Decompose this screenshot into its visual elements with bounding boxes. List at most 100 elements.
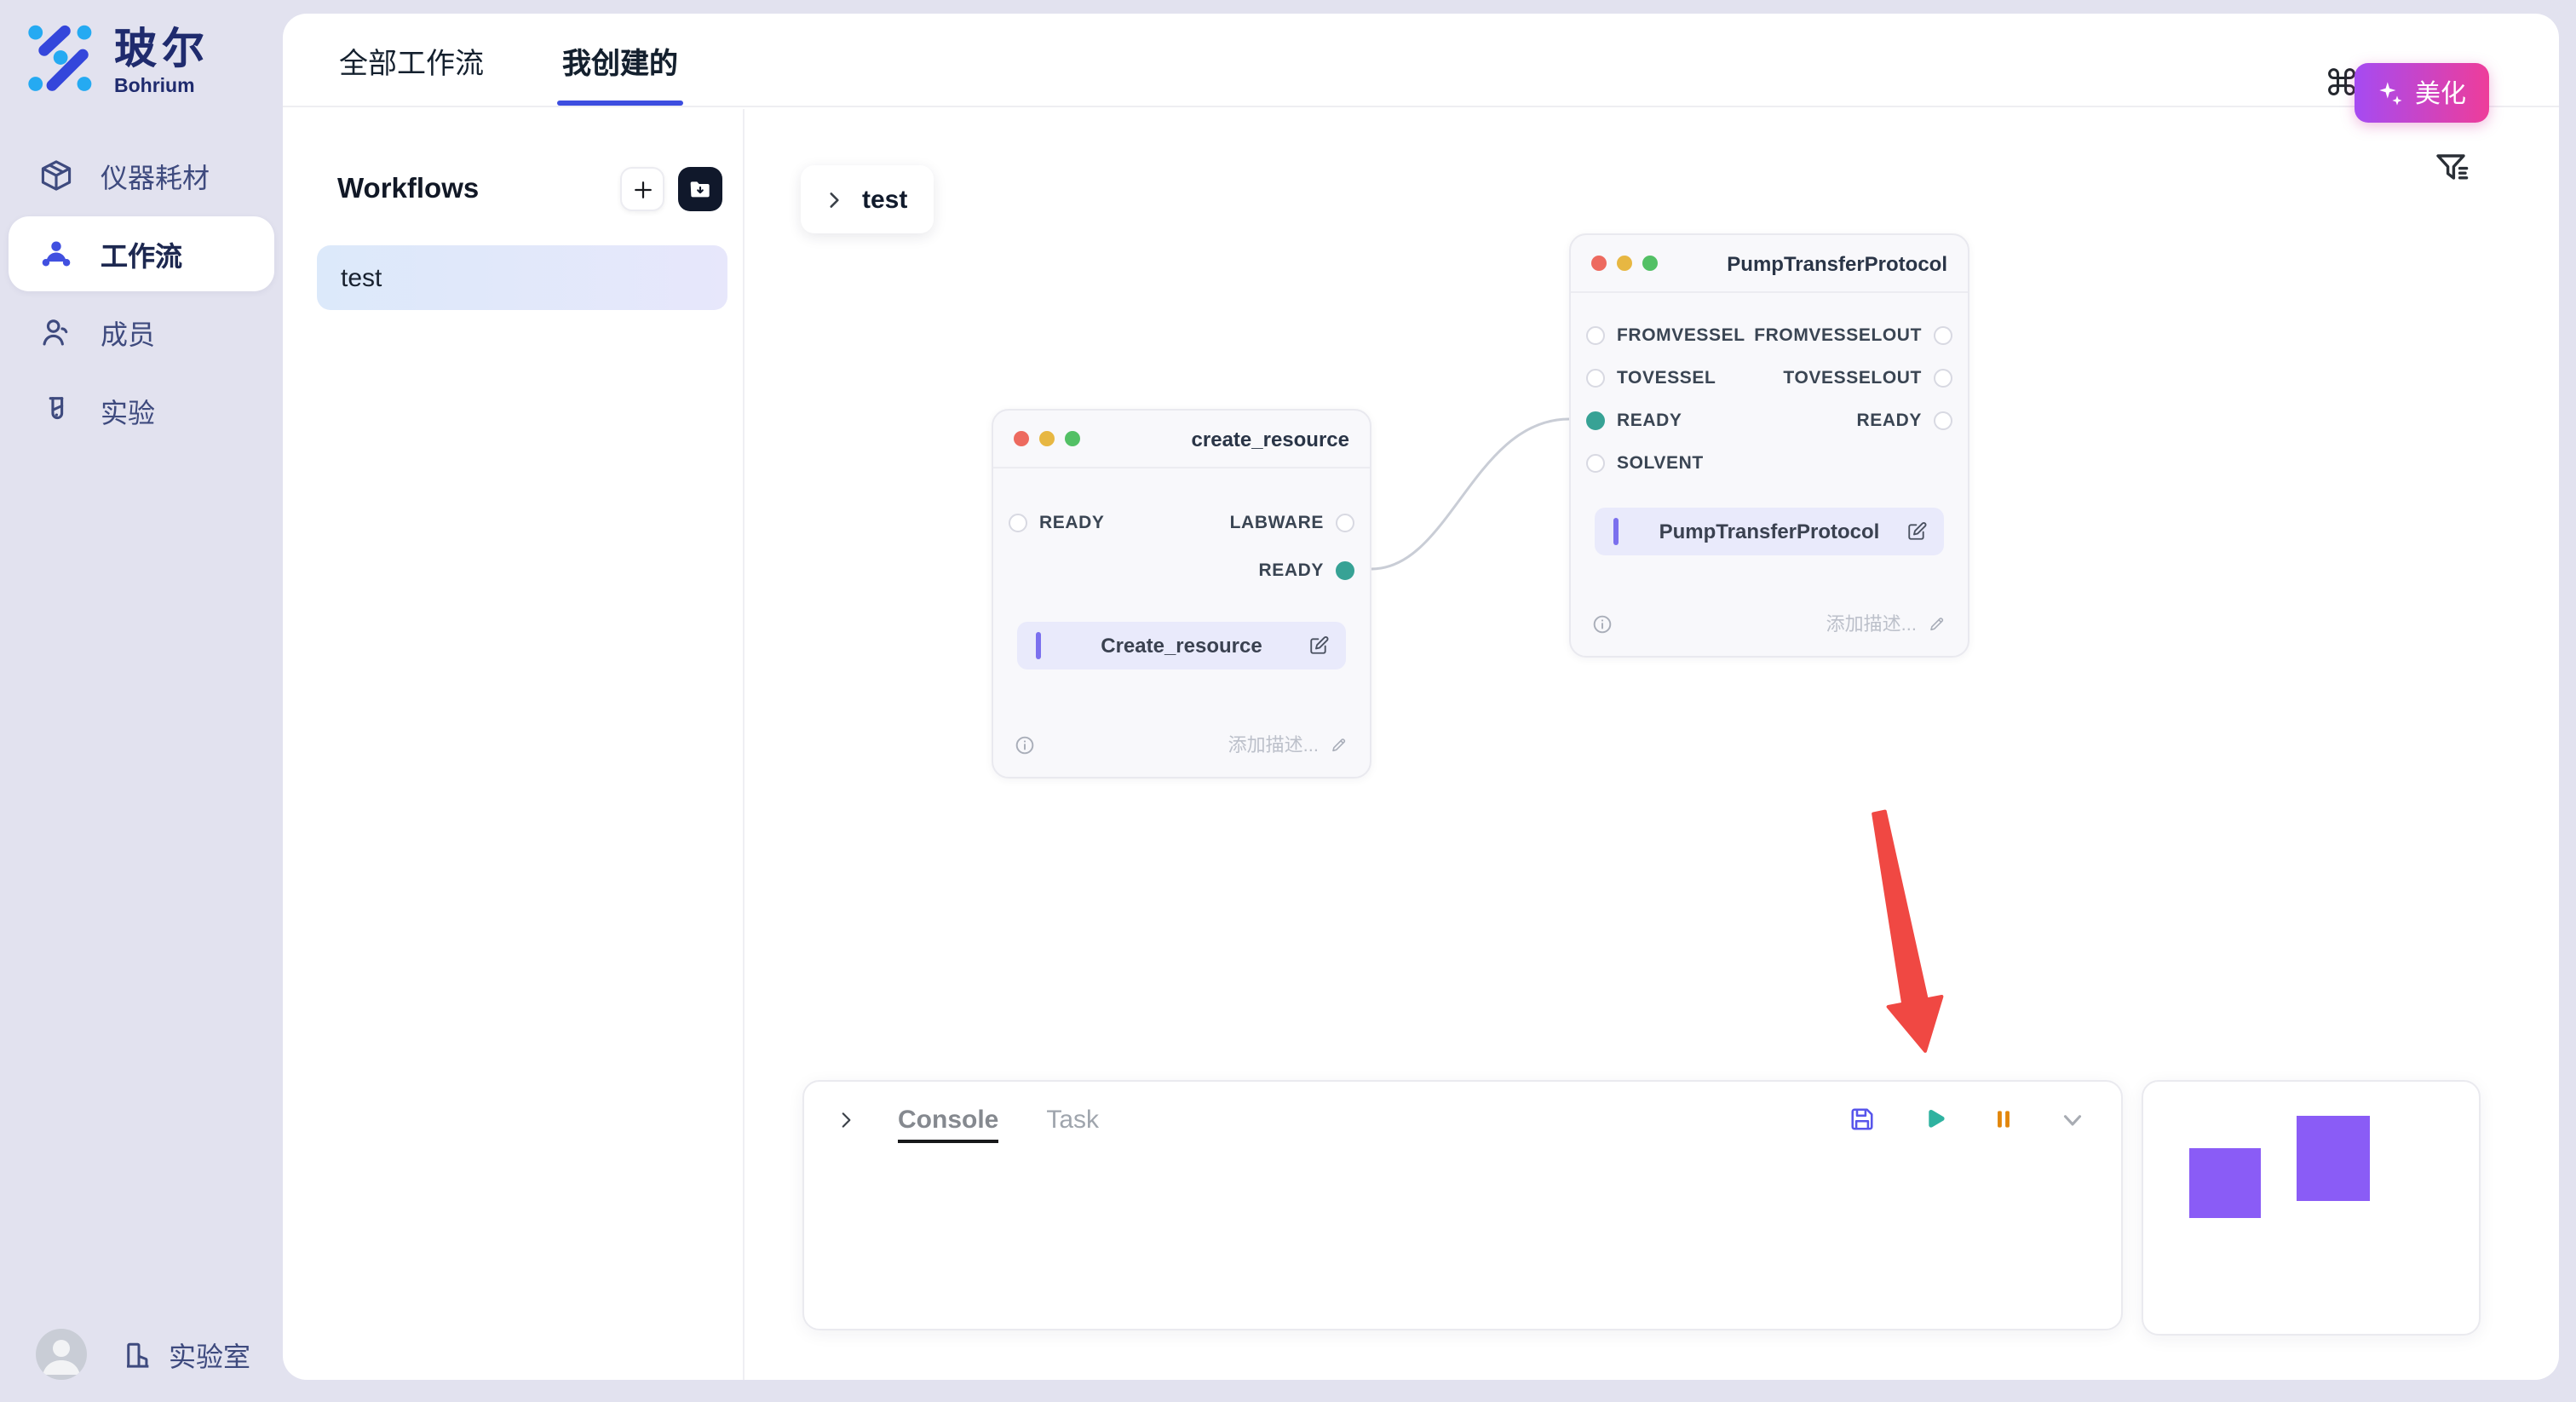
dot-green	[1065, 431, 1080, 446]
pencil-icon[interactable]	[1927, 613, 1947, 634]
console-toolbar: Console Task	[804, 1082, 2121, 1157]
port-pin-output[interactable]	[1934, 325, 1952, 344]
sidebar-item-workflow[interactable]: 工作流	[9, 215, 274, 290]
save-icon[interactable]	[1847, 1104, 1877, 1135]
brand-name-zh: 玻尔	[114, 27, 210, 74]
pencil-icon[interactable]	[1329, 734, 1349, 755]
building-icon	[121, 1336, 157, 1372]
port-label: READY	[1039, 513, 1105, 533]
chevron-right-icon	[823, 188, 845, 210]
dot-green	[1642, 256, 1658, 271]
action-label: Create_resource	[1017, 634, 1346, 658]
node-action-button[interactable]: Create_resource	[1017, 622, 1346, 669]
sidebar-item-members[interactable]: 成员	[9, 294, 274, 369]
tab-my-created[interactable]: 我创建的	[557, 14, 683, 106]
description-placeholder[interactable]: 添加描述...	[1228, 731, 1319, 758]
tab-label: 我创建的	[562, 38, 678, 81]
sidebar-item-label: 工作流	[101, 233, 182, 273]
test-tube-icon	[37, 391, 75, 428]
workspace-label: 实验室	[169, 1334, 250, 1375]
main-panel: 全部工作流 我创建的 Workflows	[283, 14, 2559, 1380]
console-output-area[interactable]	[804, 1157, 2121, 1327]
action-label: PumpTransferProtocol	[1595, 520, 1944, 543]
dot-yellow	[1039, 431, 1055, 446]
breadcrumb-test-chip[interactable]: test	[801, 165, 934, 233]
sidebar: 玻尔 Bohrium 仪器耗材	[0, 0, 283, 1402]
port-label: SOLVENT	[1617, 452, 1704, 473]
node-title: create_resource	[1192, 427, 1349, 451]
dot-red	[1591, 256, 1607, 271]
port-pin-output[interactable]	[1336, 514, 1354, 532]
sidebar-item-label: 实验	[101, 389, 155, 430]
workflow-list-item[interactable]: test	[317, 245, 727, 310]
node-footer: 添加描述...	[993, 731, 1370, 777]
sidebar-item-instruments[interactable]: 仪器耗材	[9, 137, 274, 212]
port-pin-output-connected[interactable]	[1336, 561, 1354, 580]
port-label: FROMVESSELOUT	[1754, 325, 1922, 345]
minimap-node	[2297, 1116, 2370, 1201]
port-pin-output[interactable]	[1934, 411, 1952, 429]
brand-logo: 玻尔 Bohrium	[0, 0, 283, 96]
node-footer: 添加描述...	[1571, 610, 1968, 656]
port-pin-input[interactable]	[1586, 453, 1605, 472]
edit-icon[interactable]	[1905, 520, 1929, 543]
info-icon[interactable]	[1014, 733, 1036, 756]
description-placeholder[interactable]: 添加描述...	[1826, 610, 1917, 637]
port-pin-input[interactable]	[1586, 368, 1605, 387]
port-label: READY	[1258, 560, 1324, 581]
tab-label: 全部工作流	[339, 38, 484, 81]
edit-icon[interactable]	[1307, 634, 1331, 658]
port-label: TOVESSELOUT	[1783, 367, 1922, 388]
run-play-icon[interactable]	[1918, 1104, 1949, 1135]
node-action-button[interactable]: PumpTransferProtocol	[1595, 508, 1944, 555]
port-label: FROMVESSEL	[1617, 325, 1745, 345]
beautify-button[interactable]: 美化	[2355, 63, 2489, 123]
plus-icon	[630, 176, 655, 202]
members-icon	[37, 313, 75, 350]
port-label: READY	[1617, 410, 1682, 430]
console-panel: Console Task	[802, 1080, 2123, 1330]
info-icon[interactable]	[1591, 612, 1613, 635]
dot-red	[1014, 431, 1029, 446]
window-dots	[1014, 431, 1080, 446]
sidebar-item-experiments[interactable]: 实验	[9, 372, 274, 447]
sidebar-item-label: 成员	[101, 311, 155, 352]
canvas-minimap[interactable]	[2142, 1080, 2481, 1336]
bohrium-logo-icon	[26, 24, 97, 95]
workflow-item-name: test	[341, 263, 382, 292]
filter-icon[interactable]	[2431, 147, 2472, 187]
node-header: PumpTransferProtocol	[1571, 235, 1968, 293]
node-header: create_resource	[993, 411, 1370, 468]
port-pin-input[interactable]	[1586, 325, 1605, 344]
port-pin-input[interactable]	[1009, 514, 1027, 532]
sparkles-icon	[2378, 79, 2405, 106]
node-create-resource[interactable]: create_resource READY LABWARE READY	[992, 409, 1371, 779]
pause-icon[interactable]	[1990, 1106, 2017, 1133]
add-workflow-button[interactable]	[620, 167, 664, 211]
workspace-switcher[interactable]: 实验室	[121, 1334, 250, 1375]
app-window: 玻尔 Bohrium 仪器耗材	[0, 0, 2576, 1402]
chevron-down-icon[interactable]	[2058, 1105, 2087, 1134]
task-tab[interactable]: Task	[1046, 1105, 1099, 1134]
node-title: PumpTransferProtocol	[1727, 251, 1947, 275]
breadcrumb-label: test	[862, 185, 907, 214]
workflow-tabbar: 全部工作流 我创建的	[283, 14, 2559, 107]
node-pump-transfer-protocol[interactable]: PumpTransferProtocol FROMVESSEL FROMVESS…	[1569, 233, 1969, 658]
port-label: READY	[1856, 410, 1922, 430]
workflows-title: Workflows	[337, 173, 479, 205]
tab-all-workflows[interactable]: 全部工作流	[334, 14, 489, 106]
folder-download-icon	[687, 175, 714, 203]
window-dots	[1591, 256, 1658, 271]
port-pin-output[interactable]	[1934, 368, 1952, 387]
minimap-node	[2189, 1148, 2261, 1218]
action-accent-bar	[1036, 632, 1040, 659]
collapse-chevron-icon[interactable]	[835, 1108, 857, 1130]
import-workflow-button[interactable]	[678, 167, 722, 211]
beautify-label: 美化	[2415, 75, 2466, 111]
workflows-list-panel: Workflows test	[283, 109, 745, 1380]
user-avatar[interactable]	[36, 1329, 87, 1380]
package-box-icon	[37, 156, 75, 193]
console-tab[interactable]: Console	[898, 1105, 998, 1142]
sidebar-item-label: 仪器耗材	[101, 154, 210, 195]
port-pin-input-connected[interactable]	[1586, 411, 1605, 429]
